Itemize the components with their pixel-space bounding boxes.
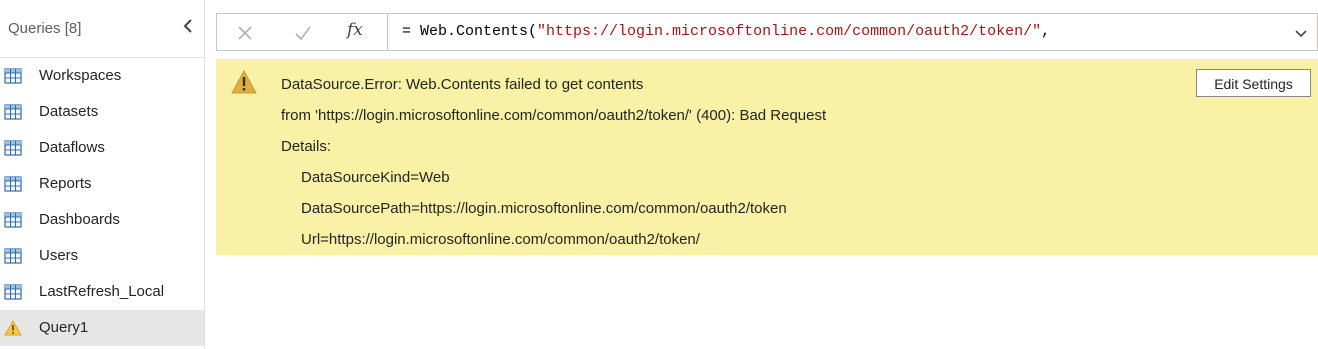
error-title: DataSource.Error: Web.Contents failed to… (281, 76, 644, 93)
edit-settings-button[interactable]: Edit Settings (1196, 69, 1311, 97)
formula-prefix: = Web.Contents( (402, 23, 538, 40)
close-icon (238, 26, 252, 40)
query-item-label: Reports (39, 175, 92, 192)
query-item-dashboards[interactable]: Dashboards (0, 202, 204, 238)
chevron-left-icon (183, 19, 192, 33)
chevron-down-icon (1295, 30, 1307, 38)
table-icon (4, 104, 22, 120)
fx-icon: fx (347, 20, 363, 40)
formula-string-literal: "https://login.microsoftonline.com/commo… (537, 23, 1042, 40)
expand-formula-button[interactable] (1291, 23, 1311, 43)
queries-pane: Queries [8] Workspaces Datasets Dataflow… (0, 0, 205, 349)
table-icon (4, 140, 22, 156)
formula-suffix: , (1041, 23, 1051, 40)
query-item-label: Dataflows (39, 139, 105, 156)
query-list: Workspaces Datasets Dataflows Reports Da… (0, 58, 204, 346)
query-item-users[interactable]: Users (0, 238, 204, 274)
checkmark-icon (295, 26, 311, 41)
cancel-formula-button[interactable] (235, 23, 255, 43)
table-icon (4, 176, 22, 192)
query-item-label: Datasets (39, 103, 99, 120)
error-detail-kind: DataSourceKind=Web (301, 169, 450, 186)
query-item-lastrefresh-local[interactable]: LastRefresh_Local (0, 274, 204, 310)
formula-input[interactable]: = Web.Contents("https://login.microsofto… (402, 23, 1050, 40)
query-item-dataflows[interactable]: Dataflows (0, 130, 204, 166)
queries-title: Queries [8] (8, 20, 82, 37)
query-item-label: Users (39, 247, 79, 264)
warning-icon (4, 319, 22, 336)
queries-header: Queries [8] (0, 0, 204, 58)
table-icon (4, 212, 22, 228)
insert-function-button[interactable]: fx (333, 14, 379, 50)
error-message: DataSource.Error: Web.Contents failed to… (281, 74, 826, 260)
commit-formula-button[interactable] (293, 23, 313, 43)
error-source: from 'https://login.microsoftonline.com/… (281, 107, 827, 124)
table-icon (4, 68, 22, 84)
error-panel: DataSource.Error: Web.Contents failed to… (216, 59, 1318, 255)
error-detail-path: DataSourcePath=https://login.microsofton… (301, 200, 787, 217)
error-detail-url: Url=https://login.microsoftonline.com/co… (301, 231, 700, 248)
query-item-label: LastRefresh_Local (39, 283, 165, 300)
table-icon (4, 248, 22, 264)
warning-icon (231, 69, 257, 94)
query-item-datasets[interactable]: Datasets (0, 94, 204, 130)
table-icon (4, 284, 22, 300)
query-item-label: Workspaces (39, 67, 122, 84)
collapse-pane-button[interactable] (178, 14, 200, 38)
query-item-workspaces[interactable]: Workspaces (0, 58, 204, 94)
query-item-query1[interactable]: Query1 (0, 310, 204, 346)
query-item-label: Dashboards (39, 211, 120, 228)
query-item-reports[interactable]: Reports (0, 166, 204, 202)
error-details-heading: Details: (281, 138, 332, 155)
query-item-label: Query1 (39, 319, 89, 336)
formula-bar: fx = Web.Contents("https://login.microso… (216, 13, 1318, 51)
formula-bar-divider (387, 14, 388, 50)
